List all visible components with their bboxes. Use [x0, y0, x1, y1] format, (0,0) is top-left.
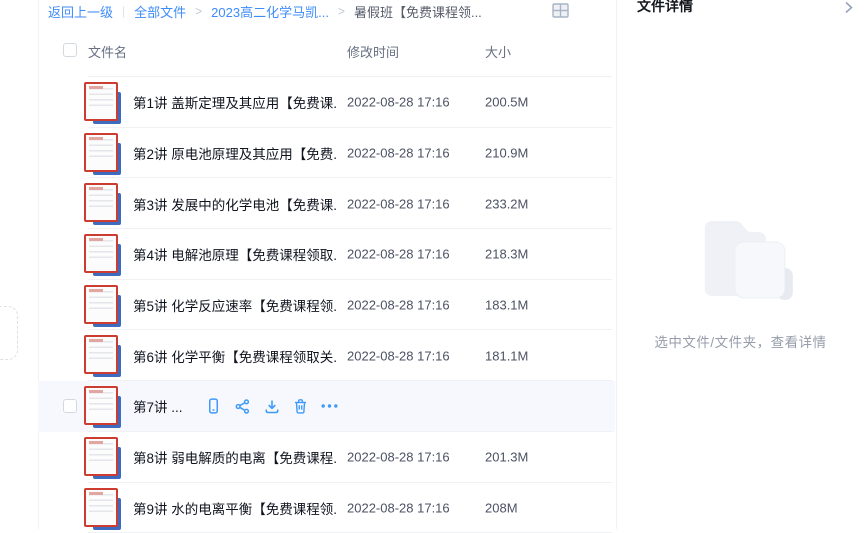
- file-size: 210.9M: [485, 146, 528, 161]
- file-name[interactable]: 第8讲 弱电解质的电离【免费课程...: [133, 447, 338, 467]
- file-name[interactable]: 第4讲 电解池原理【免费课程领取...: [133, 244, 338, 264]
- table-row[interactable]: 第5讲 化学反应速率【免费课程领... 2022-08-28 17:16 183…: [38, 280, 615, 331]
- file-modified-time: 2022-08-28 17:16: [347, 500, 450, 515]
- details-panel-title: 文件详情: [637, 0, 693, 16]
- row-actions: [205, 398, 338, 415]
- thumbnail-image: [84, 488, 118, 527]
- table-row[interactable]: 第9讲 水的电离平衡【免费课程领... 2022-08-28 17:16 208…: [38, 483, 615, 533]
- thumbnail-image: [84, 386, 118, 425]
- file-size: 200.5M: [485, 95, 528, 110]
- table-header: 文件名 修改时间 大小: [38, 38, 615, 77]
- breadcrumb: 返回上一级 | 全部文件 > 2023高二化学马凯... > 暑假班【免费课程领…: [48, 2, 482, 20]
- breadcrumb-all-files[interactable]: 全部文件: [134, 2, 186, 21]
- grid-view-icon[interactable]: [552, 3, 569, 18]
- file-modified-time: 2022-08-28 17:16: [347, 348, 450, 363]
- column-size: 大小: [485, 42, 511, 61]
- file-modified-time: 2022-08-28 17:16: [347, 146, 450, 161]
- video-thumbnail: [84, 488, 120, 529]
- video-thumbnail: [84, 133, 120, 174]
- breadcrumb-pipe: |: [122, 4, 125, 18]
- thumbnail-image: [84, 234, 118, 273]
- table-row[interactable]: 第4讲 电解池原理【免费课程领取... 2022-08-28 17:16 218…: [38, 229, 615, 280]
- thumbnail-image: [84, 133, 118, 172]
- more-icon[interactable]: [321, 398, 338, 415]
- collapsed-widget[interactable]: [0, 306, 18, 360]
- file-modified-time: 2022-08-28 17:16: [347, 247, 450, 262]
- chevron-right-icon[interactable]: [842, 1, 855, 14]
- file-name[interactable]: 第1讲 盖斯定理及其应用【免费课...: [133, 92, 338, 112]
- video-thumbnail: [84, 386, 120, 427]
- file-name[interactable]: 第3讲 发展中的化学电池【免费课...: [133, 194, 338, 214]
- video-thumbnail: [84, 335, 120, 376]
- table-row[interactable]: 第7讲 ...: [38, 381, 615, 432]
- breadcrumb-current: 暑假班【免费课程领...: [354, 2, 482, 21]
- table-row[interactable]: 第8讲 弱电解质的电离【免费课程... 2022-08-28 17:16 201…: [38, 432, 615, 483]
- table-row[interactable]: 第1讲 盖斯定理及其应用【免费课... 2022-08-28 17:16 200…: [38, 77, 615, 128]
- file-modified-time: 2022-08-28 17:16: [347, 196, 450, 211]
- file-size: 208M: [485, 500, 518, 515]
- trash-icon[interactable]: [292, 398, 309, 415]
- file-modified-time: 2022-08-28 17:16: [347, 450, 450, 465]
- file-modified-time: 2022-08-28 17:16: [347, 95, 450, 110]
- share-icon[interactable]: [234, 398, 251, 415]
- table-row[interactable]: 第3讲 发展中的化学电池【免费课... 2022-08-28 17:16 233…: [38, 178, 615, 229]
- file-list: 第1讲 盖斯定理及其应用【免费课... 2022-08-28 17:16 200…: [38, 77, 615, 533]
- breadcrumb-separator: >: [195, 3, 202, 18]
- file-modified-time: 2022-08-28 17:16: [347, 298, 450, 313]
- file-name[interactable]: 第6讲 化学平衡【免费课程领取关...: [133, 346, 338, 366]
- thumbnail-image: [84, 437, 118, 476]
- column-modified-time: 修改时间: [347, 42, 399, 61]
- thumbnail-image: [84, 335, 118, 374]
- file-size: 233.2M: [485, 196, 528, 211]
- video-thumbnail: [84, 437, 120, 478]
- video-thumbnail: [84, 82, 120, 123]
- download-icon[interactable]: [263, 398, 280, 415]
- file-size: 201.3M: [485, 450, 528, 465]
- phone-icon[interactable]: [205, 398, 222, 415]
- file-name[interactable]: 第7讲 ...: [133, 396, 183, 416]
- file-size: 181.1M: [485, 348, 528, 363]
- select-all-checkbox[interactable]: [63, 43, 77, 57]
- breadcrumb-folder[interactable]: 2023高二化学马凯...: [211, 2, 329, 21]
- thumbnail-image: [84, 82, 118, 121]
- details-panel: 文件详情 选中文件/文件夹，查看详情: [617, 0, 864, 529]
- file-name[interactable]: 第5讲 化学反应速率【免费课程领...: [133, 295, 338, 315]
- video-thumbnail: [84, 234, 120, 275]
- empty-hint-text: 选中文件/文件夹，查看详情: [617, 331, 864, 351]
- file-size: 218.3M: [485, 247, 528, 262]
- file-name[interactable]: 第2讲 原电池原理及其应用【免费...: [133, 143, 338, 163]
- column-filename: 文件名: [88, 42, 127, 61]
- row-checkbox[interactable]: [63, 399, 77, 413]
- file-name[interactable]: 第9讲 水的电离平衡【免费课程领...: [133, 498, 338, 518]
- video-thumbnail: [84, 285, 120, 326]
- back-link[interactable]: 返回上一级: [48, 2, 113, 21]
- table-row[interactable]: 第6讲 化学平衡【免费课程领取关... 2022-08-28 17:16 181…: [38, 330, 615, 381]
- video-thumbnail: [84, 183, 120, 224]
- table-row[interactable]: 第2讲 原电池原理及其应用【免费... 2022-08-28 17:16 210…: [38, 128, 615, 179]
- file-size: 183.1M: [485, 298, 528, 313]
- thumbnail-image: [84, 285, 118, 324]
- breadcrumb-separator: >: [338, 3, 345, 18]
- empty-folder-illustration: [692, 212, 804, 313]
- thumbnail-image: [84, 183, 118, 222]
